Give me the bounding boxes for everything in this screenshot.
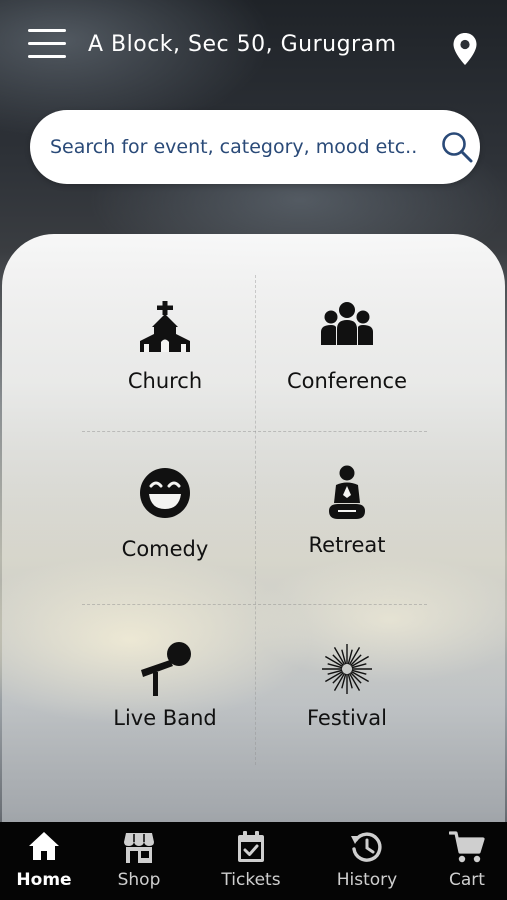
- church-icon: [138, 301, 192, 357]
- menu-bar: [28, 29, 66, 32]
- category-comedy[interactable]: Comedy: [80, 465, 250, 595]
- grid-divider-vertical: [255, 275, 256, 765]
- search-icon[interactable]: [440, 130, 474, 164]
- firework-icon: [320, 642, 374, 700]
- category-label: Festival: [307, 706, 387, 730]
- category-retreat[interactable]: Retreat: [262, 465, 432, 595]
- category-label: Live Band: [113, 706, 217, 730]
- nav-label: Shop: [117, 870, 161, 890]
- category-church[interactable]: Church: [80, 295, 250, 425]
- laughing-face-icon: [139, 467, 191, 523]
- search-input[interactable]: [50, 128, 435, 166]
- category-live-band[interactable]: Live Band: [80, 638, 250, 768]
- nav-shop[interactable]: Shop: [94, 822, 184, 900]
- nav-label: History: [336, 870, 398, 890]
- search-bar: [30, 110, 480, 184]
- category-label: Retreat: [308, 533, 386, 557]
- nav-tickets[interactable]: Tickets: [206, 822, 296, 900]
- microphone-icon: [137, 640, 193, 702]
- history-icon: [350, 830, 384, 868]
- location-label[interactable]: A Block, Sec 50, Gurugram: [88, 32, 397, 57]
- cart-icon: [448, 830, 485, 868]
- category-label: Conference: [286, 369, 407, 393]
- nav-label: Home: [16, 870, 72, 890]
- nav-label: Tickets: [221, 870, 281, 890]
- menu-button[interactable]: [28, 28, 68, 60]
- category-label: Comedy: [121, 537, 209, 561]
- top-header: A Block, Sec 50, Gurugram: [0, 0, 507, 96]
- grid-divider-horizontal: [82, 431, 427, 432]
- group-people-icon: [320, 301, 374, 349]
- meditation-icon: [326, 465, 368, 525]
- storefront-icon: [123, 830, 155, 868]
- category-festival[interactable]: Festival: [262, 638, 432, 768]
- calendar-check-icon: [236, 830, 266, 868]
- home-icon: [27, 830, 61, 866]
- menu-bar: [28, 42, 66, 45]
- menu-bar: [28, 55, 66, 58]
- nav-history[interactable]: History: [322, 822, 412, 900]
- map-pin-icon[interactable]: [452, 32, 478, 66]
- bottom-navigation: Home Shop Tickets History Cart: [0, 822, 507, 900]
- grid-divider-horizontal: [82, 604, 427, 605]
- nav-home[interactable]: Home: [0, 822, 89, 900]
- category-label: Church: [127, 369, 203, 393]
- nav-cart[interactable]: Cart: [422, 822, 507, 900]
- category-conference[interactable]: Conference: [262, 295, 432, 425]
- nav-label: Cart: [449, 870, 485, 890]
